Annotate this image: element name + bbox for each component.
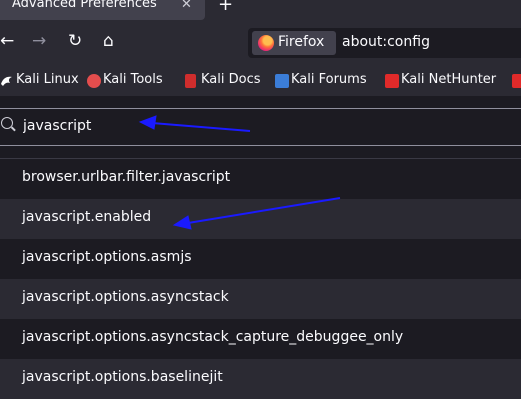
preference-row[interactable]: javascript.options.asyncstack: [0, 279, 521, 319]
preference-row[interactable]: javascript.options.asmjs: [0, 239, 521, 279]
preference-name: javascript.options.asyncstack_capture_de…: [22, 329, 404, 345]
firefox-logo-icon: [258, 35, 274, 51]
url-bar[interactable]: Firefox about:config: [248, 28, 521, 58]
bookmark-label: Kali Tools: [103, 72, 163, 87]
kali-tools-icon: [87, 74, 101, 88]
tab-title: Advanced Preferences: [12, 0, 157, 11]
preference-name: javascript.options.asmjs: [22, 249, 192, 265]
search-icon: [1, 117, 13, 129]
url-text[interactable]: about:config: [342, 34, 430, 50]
preference-row[interactable]: javascript.options.baselinejit: [0, 359, 521, 399]
preference-list: browser.urlbar.filter.javascript javascr…: [0, 159, 521, 399]
back-arrow-icon[interactable]: ←: [0, 31, 14, 51]
close-icon[interactable]: ✕: [181, 0, 192, 12]
preference-name: javascript.enabled: [22, 209, 152, 225]
tab-advanced-preferences[interactable]: Advanced Preferences ✕: [0, 0, 205, 20]
bookmark-overflow-icon: [512, 74, 521, 88]
bookmarks-toolbar: Kali Linux Kali Tools Kali Docs Kali For…: [0, 66, 521, 96]
preference-row[interactable]: browser.urlbar.filter.javascript: [0, 159, 521, 199]
about-config-page: browser.urlbar.filter.javascript javascr…: [0, 96, 521, 399]
preference-name: javascript.options.asyncstack: [22, 289, 229, 305]
preference-row[interactable]: javascript.enabled: [0, 199, 521, 239]
preference-search-box: [0, 108, 521, 146]
navigation-toolbar: ← → ↻ ⌂ Firefox about:config: [0, 20, 521, 66]
home-icon[interactable]: ⌂: [103, 31, 114, 51]
bookmark-label: Kali Docs: [201, 72, 261, 87]
new-tab-button[interactable]: +: [218, 0, 233, 15]
nethunter-icon: [385, 74, 399, 88]
forward-arrow-icon[interactable]: →: [32, 31, 46, 51]
identity-box[interactable]: Firefox: [252, 31, 336, 55]
kali-dragon-icon: [0, 74, 14, 88]
preference-name: browser.urlbar.filter.javascript: [22, 169, 231, 185]
kali-forums-icon: [275, 74, 289, 88]
identity-label: Firefox: [278, 34, 325, 50]
bookmark-label: Kali NetHunter: [401, 72, 497, 87]
bookmark-label: Kali Forums: [291, 72, 367, 87]
preference-row[interactable]: javascript.options.asyncstack_capture_de…: [0, 319, 521, 359]
kali-docs-icon: [185, 74, 196, 88]
search-input[interactable]: [23, 116, 503, 136]
preference-name: javascript.options.baselinejit: [22, 369, 223, 385]
tab-strip: Advanced Preferences ✕ +: [0, 0, 521, 20]
bookmark-label: Kali Linux: [16, 72, 79, 87]
reload-icon[interactable]: ↻: [68, 31, 82, 51]
